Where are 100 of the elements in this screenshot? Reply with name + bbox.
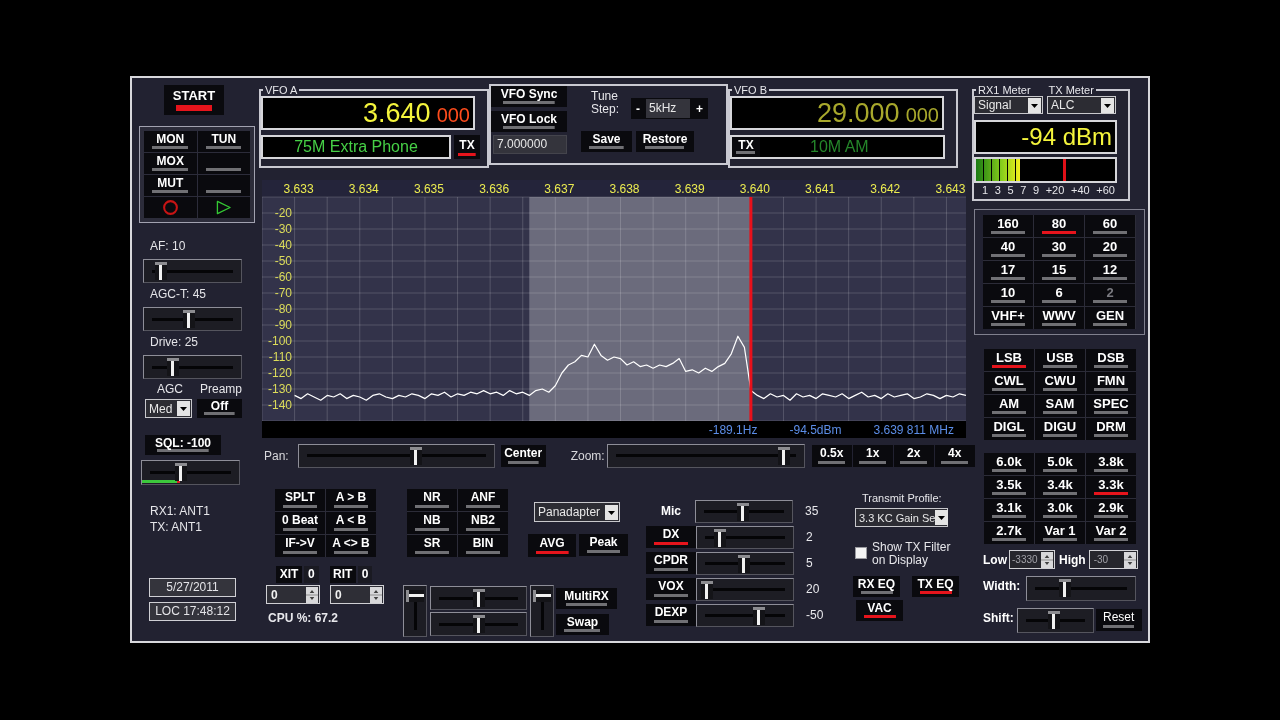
- function-button[interactable]: MUT: [144, 175, 197, 196]
- vfo-sync-button[interactable]: VFO Sync: [491, 86, 567, 107]
- band-button[interactable]: 40: [983, 238, 1033, 260]
- tx-toggle-button[interactable]: DX: [646, 526, 696, 548]
- dsp-button[interactable]: ANF: [458, 489, 508, 511]
- band-button[interactable]: 6: [1034, 284, 1084, 306]
- mode-button[interactable]: DIGL: [984, 418, 1034, 440]
- xit-field[interactable]: 0: [266, 585, 320, 604]
- mode-button[interactable]: FMN: [1086, 372, 1136, 394]
- mode-button[interactable]: DSB: [1086, 349, 1136, 371]
- tx-toggle-button[interactable]: DEXP: [646, 604, 696, 626]
- vfo-button[interactable]: SPLT: [275, 489, 325, 511]
- band-button[interactable]: 160: [983, 215, 1033, 237]
- mode-button[interactable]: LSB: [984, 349, 1034, 371]
- squelch-slider[interactable]: [141, 460, 240, 485]
- rit-button[interactable]: RIT: [329, 566, 356, 583]
- vfo-button[interactable]: A < B: [326, 512, 376, 534]
- filter-button[interactable]: 5.0k: [1035, 453, 1085, 475]
- band-button[interactable]: 17: [983, 261, 1033, 283]
- band-button[interactable]: VHF+: [983, 307, 1033, 329]
- vfo-button[interactable]: A > B: [326, 489, 376, 511]
- tx-button[interactable]: TX: [732, 137, 760, 157]
- slider-thumb[interactable]: [174, 463, 187, 481]
- band-button[interactable]: 60: [1085, 215, 1135, 237]
- zoom-slider[interactable]: [606, 443, 805, 468]
- center-button[interactable]: Center: [500, 444, 546, 467]
- slider-thumb[interactable]: [167, 358, 180, 376]
- mode-button[interactable]: CWU: [1035, 372, 1085, 394]
- pan-slider[interactable]: [297, 443, 495, 468]
- tx-meter-dropdown[interactable]: ALC: [1047, 96, 1116, 114]
- blank-button[interactable]: [197, 153, 250, 174]
- xit-button[interactable]: XIT: [276, 566, 302, 583]
- slider[interactable]: [430, 612, 527, 636]
- slider[interactable]: [696, 577, 794, 601]
- mode-button[interactable]: DIGU: [1035, 418, 1085, 440]
- width-slider[interactable]: [1026, 576, 1137, 601]
- filter-button[interactable]: 3.8k: [1086, 453, 1136, 475]
- filter-button[interactable]: 3.4k: [1035, 476, 1085, 498]
- mode-button[interactable]: SPEC: [1086, 395, 1136, 417]
- band-button[interactable]: 30: [1034, 238, 1084, 260]
- step-up-button[interactable]: +: [694, 101, 706, 116]
- slider[interactable]: [143, 307, 242, 331]
- reset-button[interactable]: Reset: [1095, 609, 1142, 631]
- record-button[interactable]: [144, 197, 197, 218]
- rx-meter-dropdown[interactable]: Signal: [974, 96, 1043, 114]
- band-button[interactable]: 15: [1034, 261, 1084, 283]
- checkbox[interactable]: [855, 547, 867, 559]
- slider[interactable]: [430, 586, 527, 610]
- band-button[interactable]: 10: [983, 284, 1033, 306]
- zoom-button[interactable]: 2x: [893, 444, 934, 467]
- slider-thumb[interactable]: [472, 615, 485, 633]
- rx-eq-button[interactable]: RX EQ: [853, 576, 900, 597]
- mode-button[interactable]: DRM: [1086, 418, 1136, 440]
- slider-thumb[interactable]: [1048, 611, 1061, 629]
- function-button[interactable]: MOX: [144, 153, 197, 174]
- slider-thumb[interactable]: [700, 580, 713, 599]
- preamp-button[interactable]: Off: [197, 399, 242, 418]
- vfo-button[interactable]: A <> B: [326, 535, 376, 557]
- filter-button[interactable]: 6.0k: [984, 453, 1034, 475]
- slider[interactable]: [696, 603, 794, 627]
- zoom-button[interactable]: 1x: [852, 444, 893, 467]
- play-button[interactable]: [197, 197, 250, 218]
- slider[interactable]: [696, 551, 794, 575]
- filter-button[interactable]: 3.0k: [1035, 499, 1085, 521]
- slider-thumb[interactable]: [155, 262, 168, 280]
- restore-button[interactable]: Restore: [636, 131, 694, 152]
- zoom-button[interactable]: 0.5x: [811, 444, 852, 467]
- slider-thumb[interactable]: [182, 310, 195, 328]
- tx-button[interactable]: TX: [454, 135, 480, 159]
- band-button[interactable]: WWV: [1034, 307, 1084, 329]
- agc-dropdown[interactable]: Med: [145, 399, 192, 418]
- dsp-button[interactable]: NR: [407, 489, 457, 511]
- swap-button[interactable]: Swap: [556, 614, 609, 635]
- filter-button[interactable]: 2.9k: [1086, 499, 1136, 521]
- tx-toggle-button[interactable]: CPDR: [646, 552, 696, 574]
- transmit-profile-dropdown[interactable]: 3.3 KC Gain Se: [855, 508, 948, 527]
- vfo-button[interactable]: IF->V: [275, 535, 325, 557]
- filter-button[interactable]: 2.7k: [984, 522, 1034, 544]
- slider-thumb[interactable]: [1059, 579, 1071, 597]
- slider-thumb[interactable]: [406, 590, 424, 602]
- filter-button[interactable]: 3.3k: [1086, 476, 1136, 498]
- mode-button[interactable]: USB: [1035, 349, 1085, 371]
- band-button[interactable]: GEN: [1085, 307, 1135, 329]
- slider-thumb[interactable]: [738, 554, 751, 573]
- slider[interactable]: [143, 259, 242, 283]
- vac-button[interactable]: VAC: [856, 600, 903, 621]
- slider-thumb[interactable]: [753, 606, 766, 625]
- filter-button[interactable]: 3.1k: [984, 499, 1034, 521]
- shift-slider[interactable]: [1016, 608, 1094, 633]
- slider-thumb[interactable]: [737, 502, 750, 521]
- step-down-button[interactable]: -: [634, 101, 642, 116]
- tx-eq-button[interactable]: TX EQ: [912, 576, 959, 597]
- vertical-slider[interactable]: [530, 585, 554, 637]
- band-button[interactable]: 12: [1085, 261, 1135, 283]
- function-button[interactable]: MON: [144, 131, 197, 152]
- slider-thumb[interactable]: [778, 446, 791, 465]
- dsp-button[interactable]: SR: [407, 535, 457, 557]
- display-mode-dropdown[interactable]: Panadapter: [534, 502, 620, 522]
- frequency-field[interactable]: 7.000000: [493, 135, 567, 154]
- zoom-button[interactable]: 4x: [934, 444, 975, 467]
